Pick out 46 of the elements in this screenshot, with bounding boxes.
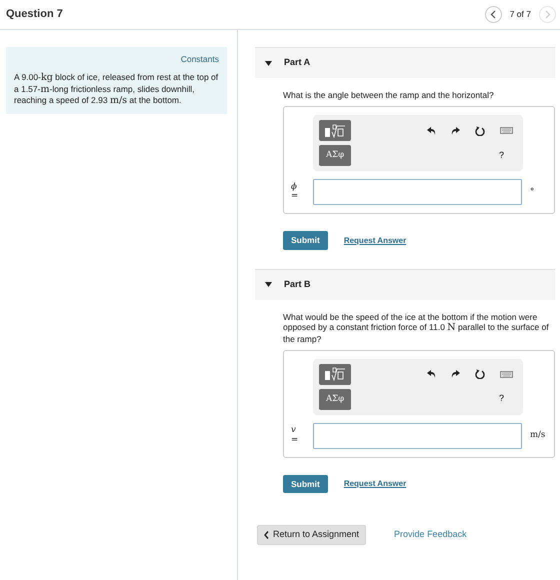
- part-title: Part B: [284, 278, 311, 292]
- redo-icon[interactable]: [451, 126, 460, 135]
- undo-icon[interactable]: [427, 370, 436, 378]
- help-button[interactable]: ?: [498, 392, 504, 406]
- reset-icon[interactable]: [475, 369, 485, 380]
- reset-icon[interactable]: [475, 126, 485, 136]
- caret-down-icon: [265, 282, 272, 288]
- redo-icon[interactable]: [451, 370, 460, 378]
- template-button[interactable]: [319, 364, 351, 385]
- problem-text: A 9.00-kg block of ice, released from rest at the top of a 1.57-m-long frictionless ramp, slides downhill, reaching a speed of 2.93 m/s at the bottom.: [14, 72, 219, 106]
- equals-sign: =: [291, 436, 300, 446]
- answer-input[interactable]: [313, 179, 522, 206]
- undo-icon[interactable]: [427, 126, 436, 135]
- previous-button[interactable]: [484, 6, 502, 23]
- keyboard-icon[interactable]: [500, 127, 513, 134]
- caret-down-icon: [265, 60, 272, 66]
- template-button[interactable]: [319, 120, 351, 142]
- return-button[interactable]: Return to Assignment: [257, 525, 366, 545]
- chevron-left-icon: [490, 10, 496, 19]
- symbols-button[interactable]: ΑΣφ: [319, 388, 351, 410]
- submit-button[interactable]: Submit: [283, 231, 328, 250]
- question-text: What would be the speed of the ice at the bottom if the motion were opposed by a constant friction force of 11.0 N parallel to the surface of the ramp?: [282, 310, 550, 344]
- submit-button[interactable]: Submit: [283, 474, 328, 494]
- root-template-icon: [324, 367, 346, 382]
- variable-label: ϕ: [291, 182, 298, 192]
- constants-link[interactable]: Constants: [14, 54, 219, 64]
- part-header[interactable]: Part A: [255, 47, 555, 78]
- root-template-icon: [324, 124, 346, 138]
- chevron-right-icon: [544, 10, 550, 19]
- answer-input[interactable]: [313, 422, 522, 449]
- help-button[interactable]: ?: [498, 148, 504, 162]
- part-header[interactable]: Part B: [255, 268, 555, 300]
- equals-sign: =: [291, 192, 300, 202]
- symbols-button[interactable]: ΑΣφ: [319, 145, 351, 166]
- pager-text: 7 of 7: [510, 8, 531, 21]
- part-title: Part A: [284, 56, 310, 70]
- unit-label: °: [529, 186, 534, 199]
- request-answer-link[interactable]: Request Answer: [344, 478, 406, 490]
- chevron-left-icon: [264, 531, 269, 540]
- question-title: Question 7: [6, 7, 63, 22]
- unit-label: m/s: [529, 429, 546, 442]
- keyboard-icon[interactable]: [500, 370, 513, 378]
- variable-label: v: [291, 426, 297, 436]
- question-text: What is the angle between the ramp and the horizontal?: [282, 89, 495, 100]
- feedback-link[interactable]: Provide Feedback: [394, 528, 467, 542]
- request-answer-link[interactable]: Request Answer: [344, 234, 406, 247]
